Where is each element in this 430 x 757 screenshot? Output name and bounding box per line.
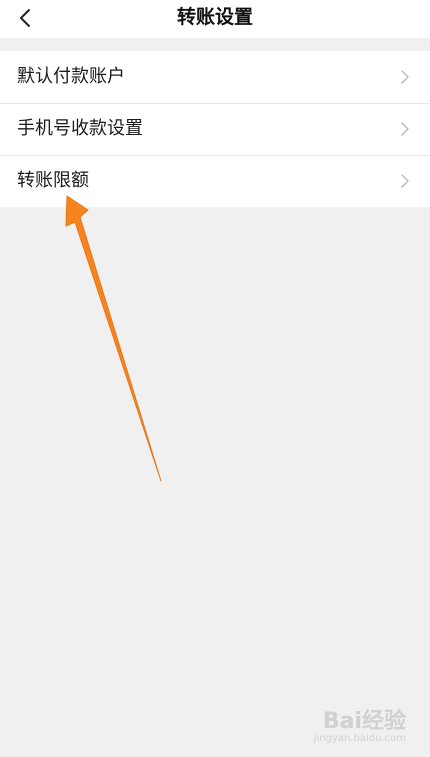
default-payment-account-label: 默认付款账户 — [17, 66, 125, 87]
watermark-url: jingyan.baidu.com — [313, 733, 406, 744]
navigation-bar: 转账设置 — [0, 0, 430, 38]
page-title: 转账设置 — [176, 6, 253, 28]
chevron-right-icon — [401, 122, 409, 136]
watermark-logo: Bai经验 — [322, 709, 406, 734]
transfer-limit-row[interactable]: 转账限额 — [0, 155, 430, 207]
transfer-limit-label: 转账限额 — [17, 170, 89, 191]
phone-number-receive-settings-row[interactable]: 手机号收款设置 — [0, 103, 430, 155]
watermark: Bai经验 jingyan.baidu.com — [314, 711, 406, 745]
chevron-right-icon — [401, 70, 409, 84]
chevron-right-icon — [401, 174, 409, 188]
default-payment-account-row[interactable]: 默认付款账户 — [0, 51, 430, 103]
settings-list: 默认付款账户 手机号收款设置 转账限额 — [0, 51, 430, 207]
phone-number-receive-settings-label: 手机号收款设置 — [17, 118, 143, 139]
pointer-arrow-icon — [65, 195, 162, 482]
